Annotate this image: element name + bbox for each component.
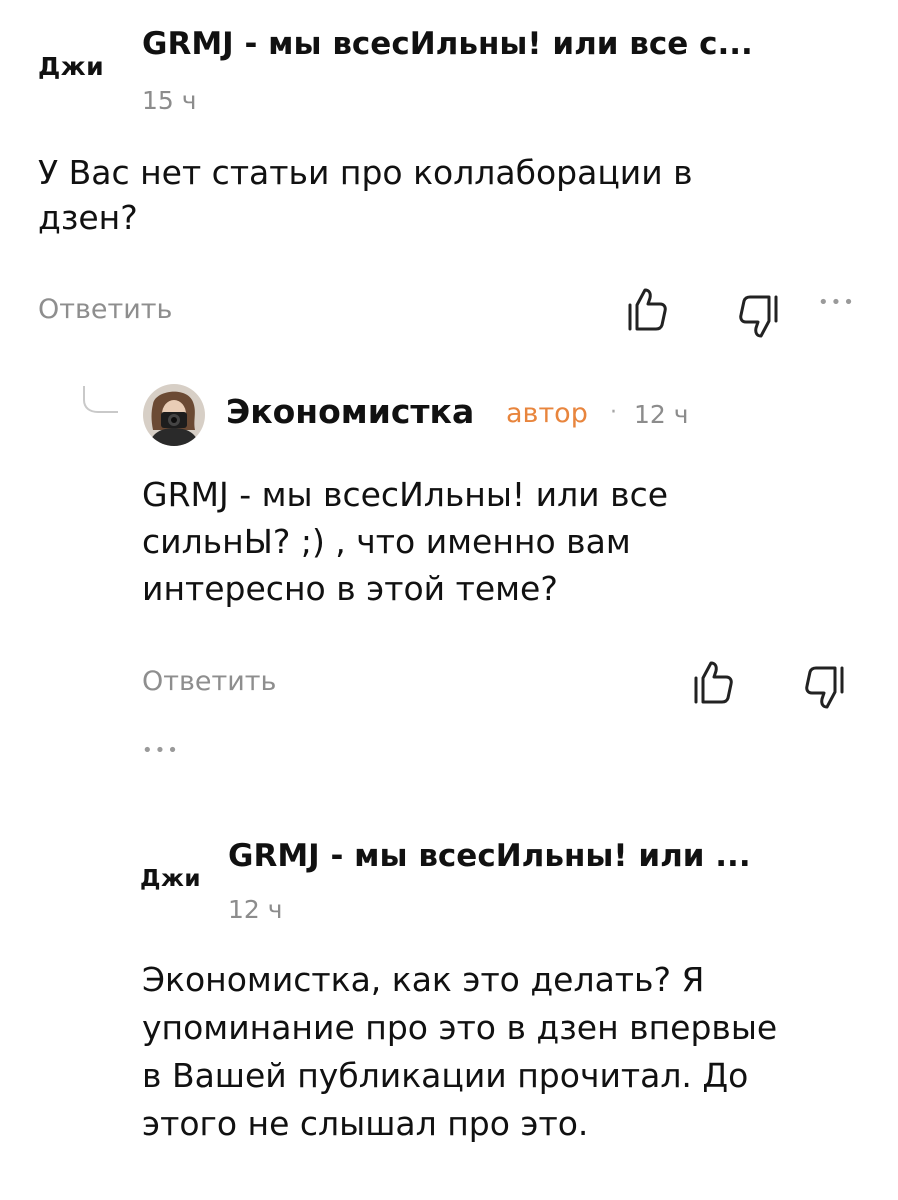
avatar[interactable]: Джи — [38, 52, 104, 81]
more-options-button[interactable]: ••• — [818, 292, 856, 313]
reply-button[interactable]: Ответить — [38, 294, 172, 325]
comment-text-line: GRMJ - мы всесИльны! или все — [142, 475, 669, 514]
author-name[interactable]: GRMJ - мы всесИльны! или все с... — [142, 26, 842, 62]
comment-text-line: У Вас нет статьи про коллаборации в — [38, 153, 693, 192]
comment-text-line: этого не слышал про это. — [142, 1103, 589, 1143]
thumbs-up-icon[interactable] — [692, 658, 734, 706]
author-name[interactable]: Экономистка — [226, 392, 474, 431]
thumbs-down-icon[interactable] — [804, 664, 846, 712]
comment-text: Экономистка, как это делать? Я упоминани… — [142, 956, 882, 1147]
author-name[interactable]: GRMJ - мы всесИльны! или ... — [228, 838, 848, 874]
reply-button[interactable]: Ответить — [142, 666, 276, 697]
thumbs-up-icon[interactable] — [626, 285, 668, 333]
timestamp: 15 ч — [142, 86, 197, 115]
thread-connector-icon — [83, 386, 118, 413]
comment-text-line: Экономистка, как это делать? Я — [142, 960, 705, 999]
avatar[interactable] — [143, 384, 205, 446]
comment-text-line: интересно в этой теме? — [142, 568, 558, 608]
comment-text: У Вас нет статьи про коллаборации в дзен… — [38, 150, 878, 240]
timestamp: 12 ч — [634, 400, 689, 429]
comment-text-line: сильнЫ? ;) , что именно вам — [142, 521, 631, 561]
comment-text-line: в Вашей публикации прочитал. До — [142, 1055, 749, 1095]
separator-dot: · — [610, 400, 617, 425]
avatar[interactable]: Джи — [140, 866, 201, 892]
more-options-button[interactable]: ••• — [142, 740, 180, 761]
comment-text-line: упоминание про это в дзен впервые — [142, 1007, 778, 1047]
thumbs-down-icon[interactable] — [738, 293, 780, 341]
comment-text-line: дзен? — [38, 198, 138, 238]
comment-text: GRMJ - мы всесИльны! или все сильнЫ? ;) … — [142, 472, 882, 613]
author-badge: автор — [506, 398, 588, 429]
timestamp: 12 ч — [228, 895, 283, 924]
